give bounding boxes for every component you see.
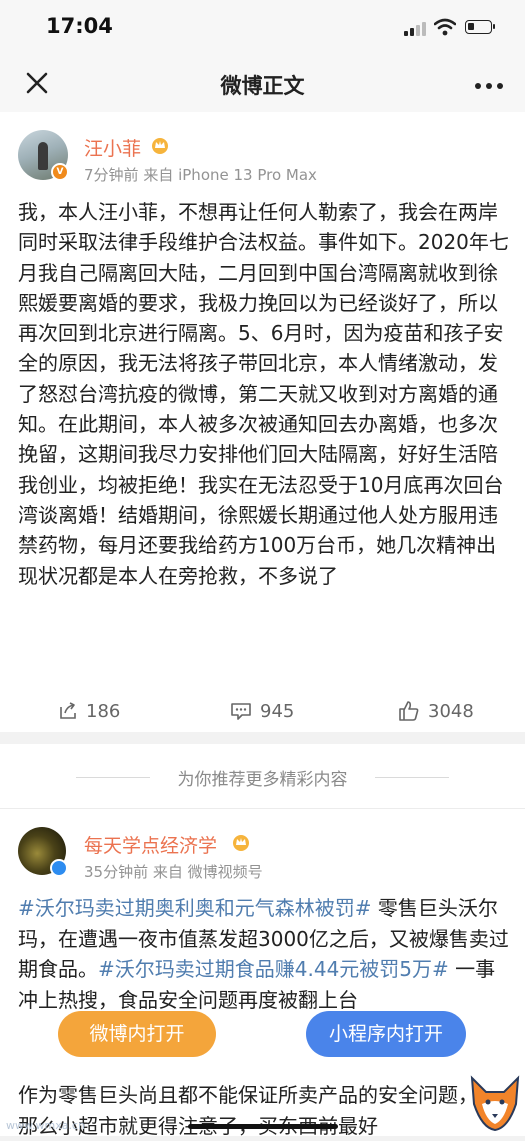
like-button[interactable]: 3048: [398, 698, 474, 724]
more-icon[interactable]: [474, 82, 504, 90]
watermark-text: www.wmxa.cn: [6, 1119, 85, 1132]
open-in-miniprogram-button[interactable]: 小程序内打开: [306, 1011, 466, 1057]
page-title: 微博正文: [220, 74, 305, 98]
post-content: 我，本人汪小菲，不想再让任何人勒索了，我会在两岸同时采取法律手段维护合法权益。事…: [18, 200, 509, 588]
repost-button[interactable]: 186: [58, 698, 120, 724]
hashtag-link[interactable]: #沃尔玛卖过期食品赚4.44元被罚5万#: [98, 957, 449, 981]
signal-icon: [404, 22, 426, 36]
post-source: 来自 微博视频号: [152, 863, 263, 881]
battery-icon: [465, 20, 495, 34]
comment-icon: [231, 703, 251, 720]
post-time: 7分钟前: [84, 166, 139, 184]
crown-icon: [152, 138, 168, 154]
comment-count: 945: [260, 700, 295, 722]
divider: [375, 777, 449, 778]
post-source: 来自 iPhone 13 Pro Max: [143, 166, 317, 184]
post-meta: 35分钟前 来自 微博视频号: [84, 861, 263, 882]
nav-bar: 微博正文: [0, 58, 525, 112]
repost-icon: [60, 702, 76, 719]
recommend-header: 为你推荐更多精彩内容: [0, 744, 525, 809]
post-content: #沃尔玛卖过期奥利奥和元气森林被罚# 零售巨头沃尔玛，在遭遇一夜市值蒸发超300…: [18, 893, 510, 1015]
crown-icon: [233, 835, 249, 851]
like-count: 3048: [428, 700, 474, 722]
thumbs-up-icon: [399, 701, 419, 721]
post-actions: 186 945 3048: [0, 692, 525, 732]
verified-badge-icon: [50, 859, 68, 877]
status-time: 17:04: [46, 14, 113, 38]
comment-button[interactable]: 945: [230, 698, 294, 724]
wifi-icon: [434, 18, 456, 36]
status-bar: 17:04: [0, 0, 525, 58]
repost-count: 186: [86, 700, 121, 722]
home-indicator[interactable]: [188, 1124, 338, 1129]
author-name[interactable]: 汪小菲: [84, 134, 141, 161]
hashtag-link[interactable]: #沃尔玛卖过期奥利奥和元气森林被罚#: [18, 896, 372, 920]
open-in-weibo-button[interactable]: 微博内打开: [58, 1011, 216, 1057]
fox-logo-icon: [470, 1075, 520, 1132]
weibo-post: V 汪小菲 7分钟前 来自 iPhone 13 Pro Max 我，本人汪小菲，…: [0, 112, 525, 732]
post-time: 35分钟前: [84, 863, 149, 881]
post-meta: 7分钟前 来自 iPhone 13 Pro Max: [84, 164, 317, 185]
verified-badge-icon: V: [51, 163, 69, 181]
author-name[interactable]: 每天学点经济学: [84, 831, 217, 858]
post-content-continued: 作为零售巨头尚且都不能保证所卖产品的安全问题，那么小超市就更得注意了，买东西前最…: [18, 1083, 478, 1138]
